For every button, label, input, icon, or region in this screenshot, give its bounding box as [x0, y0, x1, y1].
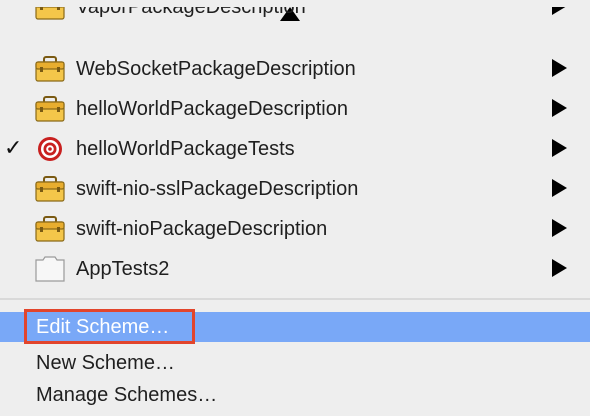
submenu-arrow-icon: [552, 259, 567, 277]
menu-item-vapor[interactable]: VaporPackageDescription: [0, 7, 590, 39]
package-icon: [35, 96, 65, 122]
menu-item-swift-nio-ssl[interactable]: swift-nio-sslPackageDescription: [0, 169, 590, 209]
manage-schemes-item[interactable]: Manage Schemes…: [0, 380, 590, 410]
menu-item-label: WebSocketPackageDescription: [76, 58, 356, 80]
menu-item-label: helloWorldPackageDescription: [76, 98, 348, 120]
submenu-arrow-icon: [552, 59, 567, 77]
package-icon: [35, 56, 65, 82]
blank-target-icon: [35, 256, 65, 282]
package-icon: [35, 7, 65, 20]
menu-item-label: swift-nio-sslPackageDescription: [76, 178, 359, 200]
menu-item-websocket[interactable]: WebSocketPackageDescription: [0, 49, 590, 89]
submenu-arrow-icon: [552, 179, 567, 197]
menu-item-helloworld-tests[interactable]: ✓ helloWorldPackageTests: [0, 129, 590, 169]
target-icon: [35, 136, 65, 162]
package-icon: [35, 176, 65, 202]
edit-scheme-highlight-outline: [24, 309, 195, 344]
new-scheme-label: New Scheme…: [36, 352, 175, 374]
checkmark-icon: ✓: [4, 135, 23, 160]
submenu-arrow-icon: [552, 219, 567, 237]
submenu-arrow-icon: [552, 7, 567, 15]
package-icon: [35, 216, 65, 242]
menu-separator: [0, 298, 590, 300]
menu-item-label: VaporPackageDescription: [76, 7, 306, 18]
manage-schemes-label: Manage Schemes…: [36, 384, 218, 406]
scheme-menu: VaporPackageDescription WebSocketPackage…: [0, 0, 590, 416]
menu-item-swift-nio[interactable]: swift-nioPackageDescription: [0, 209, 590, 249]
menu-item-label: helloWorldPackageTests: [76, 138, 295, 160]
submenu-arrow-icon: [552, 139, 567, 157]
menu-item-label: AppTests2: [76, 258, 170, 280]
menu-item-helloworld-description[interactable]: helloWorldPackageDescription: [0, 89, 590, 129]
menu-item-apptests2[interactable]: AppTests2: [0, 249, 590, 289]
menu-item-label: swift-nioPackageDescription: [76, 218, 328, 240]
new-scheme-item[interactable]: New Scheme…: [0, 348, 590, 378]
submenu-arrow-icon: [552, 99, 567, 117]
